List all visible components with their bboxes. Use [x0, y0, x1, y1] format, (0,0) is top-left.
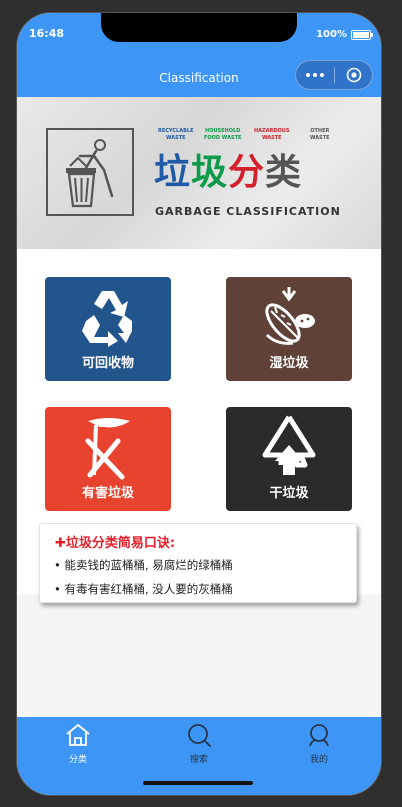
user-icon — [309, 724, 329, 747]
residual-waste-icon — [262, 415, 316, 475]
category-label: HAZARDOUS WASTE — [254, 128, 290, 141]
banner-subtitle: GARBAGE CLASSIFICATION — [155, 205, 341, 218]
home-icon — [66, 724, 90, 746]
card-label: 有害垃圾 — [81, 486, 134, 501]
phone-screen: 16:48 100% Classification RECYCLABLE WAS… — [17, 13, 381, 795]
trash-bin-icon — [66, 139, 114, 208]
card-label: 可回收物 — [81, 356, 134, 371]
tips-line: • 能卖钱的蓝桶桶, 易腐烂的绿桶桶 — [54, 558, 233, 572]
tab-search[interactable]: 搜索 — [169, 723, 229, 765]
tab-label: 我的 — [309, 755, 328, 765]
hazardous-icon — [85, 418, 130, 480]
nav-bar: Classification — [17, 57, 381, 97]
tab-profile[interactable]: 我的 — [289, 723, 349, 765]
card-household-food[interactable]: 湿垃圾 — [226, 277, 352, 381]
camera-notch — [101, 13, 297, 42]
tab-label: 分类 — [68, 755, 87, 765]
tab-classification[interactable]: 分类 — [48, 723, 108, 765]
card-label: 湿垃圾 — [269, 356, 309, 371]
close-mini-program-button[interactable] — [335, 67, 372, 83]
mini-program-capsule — [295, 60, 373, 90]
card-recyclable[interactable]: 可回收物 — [45, 277, 171, 381]
food-waste-icon — [265, 287, 315, 345]
target-icon — [346, 67, 361, 83]
category-label: OTHER WASTE — [310, 128, 330, 141]
more-menu-button[interactable] — [296, 61, 334, 89]
card-label: 干垃圾 — [269, 486, 309, 501]
status-bar: 16:48 100% — [17, 13, 381, 57]
more-dot-icon — [306, 73, 310, 77]
category-label: RECYCLABLE WASTE — [158, 128, 194, 141]
garbage-classification-banner: RECYCLABLE WASTE HOUSEHOLD FOOD WASTE HA… — [17, 97, 381, 249]
battery-status: 100% — [316, 29, 373, 40]
card-residual[interactable]: 干垃圾 — [226, 407, 352, 511]
category-label: HOUSEHOLD FOOD WASTE — [204, 128, 242, 141]
tips-card: ✚垃圾分类简易口诀: • 能卖钱的蓝桶桶, 易腐烂的绿桶桶 • 有毒有害红桶桶,… — [39, 523, 357, 603]
trash-bin-logo — [46, 128, 134, 216]
battery-icon — [351, 29, 373, 40]
recycle-icon — [82, 291, 132, 347]
status-time: 16:48 — [29, 27, 65, 40]
home-indicator — [143, 781, 253, 785]
category-grid: 可回收物 湿垃圾 有害垃圾 干垃圾 ✚垃圾分类简易口诀: • 能卖钱的蓝桶桶, … — [17, 249, 381, 603]
banner-title: 垃圾分类 — [154, 152, 303, 193]
more-dot-icon — [313, 73, 317, 77]
tab-label: 搜索 — [189, 755, 208, 765]
battery-percent: 100% — [316, 29, 347, 40]
search-icon — [188, 724, 211, 747]
card-hazardous[interactable]: 有害垃圾 — [45, 407, 171, 511]
tips-title: ✚垃圾分类简易口诀: — [55, 536, 176, 551]
more-dot-icon — [320, 73, 324, 77]
tips-line: • 有毒有害红桶桶, 没人要的灰桶桶 — [54, 582, 233, 596]
